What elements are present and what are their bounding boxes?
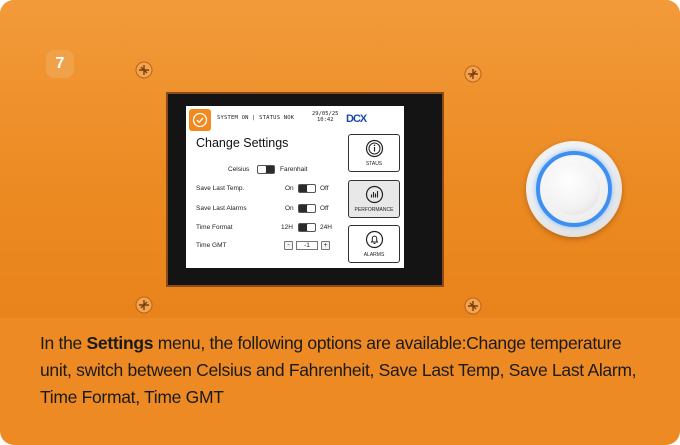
- save-last-alarms-toggle[interactable]: [298, 204, 316, 213]
- status-bar: SYSTEM ON | STATUS NOK 29/05/25 10:42 DC…: [186, 106, 404, 132]
- unit-toggle[interactable]: [257, 165, 275, 174]
- checkmark-icon[interactable]: [189, 109, 211, 131]
- time-gmt-label: Time GMT: [196, 242, 227, 249]
- page: 7 SYSTEM ON | STATUS NOK 29/05/25 10:42: [0, 0, 680, 445]
- alarms-button[interactable]: ALARMS: [348, 225, 400, 263]
- instruction-panel: 7 SYSTEM ON | STATUS NOK 29/05/25 10:42: [0, 0, 680, 445]
- bell-icon: [365, 230, 384, 249]
- step-number-badge: 7: [46, 50, 74, 78]
- lcd-screen: SYSTEM ON | STATUS NOK 29/05/25 10:42 DC…: [186, 106, 404, 268]
- caption-bold-settings: Settings: [86, 333, 154, 353]
- gmt-decrease-button[interactable]: -: [284, 240, 293, 250]
- settings-title: Change Settings: [196, 136, 289, 150]
- status-button[interactable]: STAUS: [348, 134, 400, 172]
- toggle-knob: [258, 166, 266, 173]
- save-alarms-on-label: On: [285, 205, 294, 212]
- time-format-toggle[interactable]: [298, 223, 316, 232]
- screw-icon: [463, 64, 483, 84]
- toggle-knob: [307, 205, 315, 212]
- time-format-label: Time Format: [196, 224, 233, 231]
- time-24h-label: 24H: [320, 224, 332, 231]
- screw-icon: [134, 295, 154, 315]
- screw-icon: [463, 296, 483, 316]
- knob-center: [548, 163, 600, 215]
- gmt-increase-button[interactable]: +: [321, 240, 330, 250]
- time-12h-label: 12H: [281, 224, 293, 231]
- system-status-text: SYSTEM ON | STATUS NOK: [217, 115, 295, 121]
- gmt-stepper: - -1 +: [284, 240, 330, 250]
- save-alarms-off-label: Off: [320, 205, 329, 212]
- save-last-temp-toggle[interactable]: [298, 184, 316, 193]
- screw-icon: [134, 60, 154, 80]
- info-icon: [365, 139, 384, 158]
- gmt-value: -1: [296, 240, 318, 250]
- caption-intro: In the: [40, 333, 87, 353]
- toggle-knob: [307, 224, 315, 231]
- brand-logo: DCX: [346, 113, 367, 125]
- save-last-alarms-label: Save Last Alarms: [196, 205, 247, 212]
- bar-chart-icon: [365, 185, 384, 204]
- toggle-knob: [307, 185, 315, 192]
- status-button-label: STAUS: [365, 161, 383, 167]
- caption-text: In the Settings menu, the following opti…: [40, 330, 648, 411]
- performance-button-label: PERFORMANCE: [354, 207, 394, 213]
- date-time: 29/05/25 10:42: [312, 111, 339, 123]
- save-temp-on-label: On: [285, 185, 294, 192]
- time-text: 10:42: [316, 117, 334, 123]
- fahrenheit-label: Farenhait: [280, 166, 308, 173]
- save-last-temp-label: Save Last Temp.: [196, 185, 245, 192]
- performance-button[interactable]: PERFORMANCE: [348, 180, 400, 218]
- alarms-button-label: ALARMS: [363, 252, 385, 258]
- save-temp-off-label: Off: [320, 185, 329, 192]
- celsius-label: Celsius: [228, 166, 250, 173]
